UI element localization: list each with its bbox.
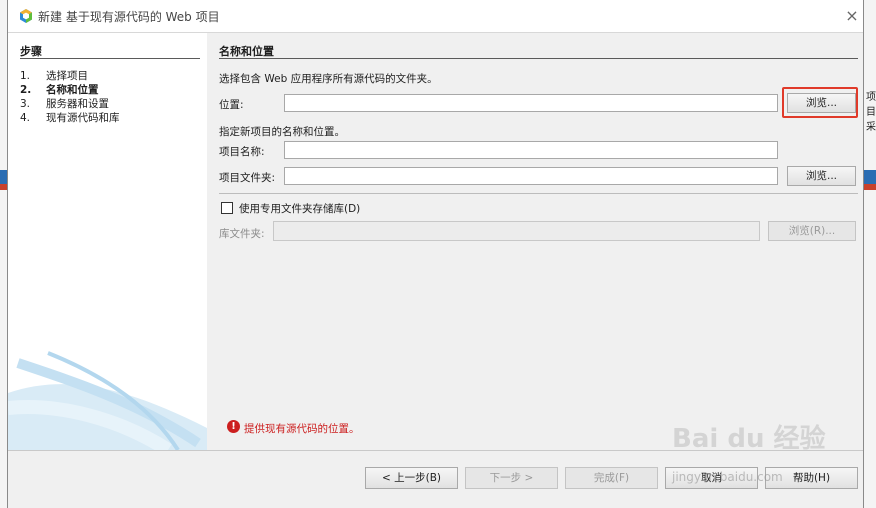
location-input[interactable] xyxy=(284,94,778,112)
back-button[interactable]: < 上一步(B) xyxy=(365,467,458,489)
finish-button[interactable]: 完成(F) xyxy=(565,467,658,489)
library-folder-input[interactable] xyxy=(273,221,760,241)
steps-header: 步骤 xyxy=(20,45,42,58)
next-button[interactable]: 下一步 > xyxy=(465,467,558,489)
dedicated-folder-label: 使用专用文件夹存储库(D) xyxy=(239,203,361,215)
wizard-watermark-graphic xyxy=(8,351,207,450)
browse-library-button[interactable]: 浏览(R)... xyxy=(768,221,856,241)
section-title: 名称和位置 xyxy=(219,45,274,58)
step-item: 1. 选择项目 xyxy=(20,70,88,82)
netbeans-icon xyxy=(20,9,32,23)
background-app-left xyxy=(0,0,7,508)
background-text: 项 目 采 xyxy=(866,92,876,133)
baidu-watermark-url: jingyan.baidu.com xyxy=(672,470,783,484)
main-content: 名称和位置 选择包含 Web 应用程序所有源代码的文件夹。 位置: 浏览... … xyxy=(207,33,863,450)
steps-list: 1. 选择项目 2. 名称和位置 3. 服务器和设置 4. 现有源代码和库 xyxy=(20,69,120,125)
project-name-input[interactable] xyxy=(284,141,778,159)
baidu-watermark: Bai du 经验 xyxy=(672,424,826,454)
library-folder-label: 库文件夹: xyxy=(219,228,265,240)
steps-panel: 步骤 1. 选择项目 2. 名称和位置 3. 服务器和设置 4. 现有源代码和库 xyxy=(8,33,207,450)
project-folder-input[interactable] xyxy=(284,167,778,185)
source-hint: 选择包含 Web 应用程序所有源代码的文件夹。 xyxy=(219,73,438,85)
step-item: 3. 服务器和设置 xyxy=(20,98,109,110)
steps-divider xyxy=(20,58,200,59)
divider xyxy=(219,193,858,194)
error-icon: ! xyxy=(227,420,240,433)
project-name-label: 项目名称: xyxy=(219,146,265,158)
browse-folder-button[interactable]: 浏览... xyxy=(787,166,856,186)
location-label: 位置: xyxy=(219,99,244,111)
section-divider xyxy=(219,58,858,59)
background-stripe xyxy=(0,184,7,190)
step-item: 4. 现有源代码和库 xyxy=(20,112,120,124)
window-title: 新建 基于现有源代码的 Web 项目 xyxy=(38,10,220,24)
title-bar: 新建 基于现有源代码的 Web 项目 × xyxy=(8,0,863,33)
step-item-active: 2. 名称和位置 xyxy=(20,84,99,96)
background-stripe xyxy=(864,184,876,190)
error-message: 提供现有源代码的位置。 xyxy=(244,423,360,435)
project-hint: 指定新项目的名称和位置。 xyxy=(219,126,345,138)
background-stripe xyxy=(864,170,876,184)
background-app-right xyxy=(864,0,876,508)
project-folder-label: 项目文件夹: xyxy=(219,172,276,184)
close-icon[interactable]: × xyxy=(842,6,862,26)
browse-location-button[interactable]: 浏览... xyxy=(787,93,856,113)
background-stripe xyxy=(0,170,7,184)
dedicated-folder-checkbox[interactable] xyxy=(221,202,233,214)
